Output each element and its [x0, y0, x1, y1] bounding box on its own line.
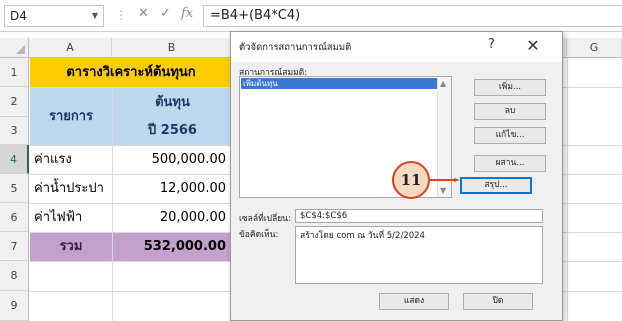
row-header-5[interactable]: 5 — [0, 174, 29, 203]
row-header-2[interactable]: 2 — [0, 87, 29, 117]
formula-bar-separator: ⋮ — [115, 8, 127, 22]
gridline — [567, 58, 568, 321]
header-year-cell[interactable]: ปี 2566 — [113, 117, 232, 145]
insert-function-icon[interactable]: fx — [181, 6, 193, 21]
row-header-1[interactable]: 1 — [0, 58, 29, 87]
formula-bar: D4 ▼ ⋮ ✕ ✓ fx =B4+(B4*C4) — [0, 0, 622, 32]
add-button[interactable]: เพิ่ม... — [474, 79, 546, 96]
total-label-cell[interactable]: รวม — [30, 233, 112, 261]
cancel-icon[interactable]: ✕ — [138, 6, 149, 21]
dialog-title: ตัวจัดการสถานการณ์สมมติ — [239, 42, 352, 53]
dialog-titlebar: ตัวจัดการสถานการณ์สมมติ ? ✕ — [231, 32, 562, 62]
row-header-8[interactable]: 8 — [0, 261, 29, 291]
select-all-corner[interactable] — [0, 38, 29, 58]
row-header-7[interactable]: 7 — [0, 232, 29, 261]
scenario-list-item[interactable]: เพิ่มต้นทุน — [241, 78, 437, 89]
row-header-3[interactable]: 3 — [0, 117, 29, 145]
row-header-6[interactable]: 6 — [0, 203, 29, 232]
chevron-up-icon[interactable]: ▲ — [440, 79, 446, 88]
changing-cells-field: $C$4:$C$6 — [295, 209, 543, 223]
row-header-4[interactable]: 4 — [0, 145, 29, 174]
total-value-cell[interactable]: 532,000.00 — [113, 233, 232, 261]
step-callout: 11 — [392, 161, 430, 199]
edit-button[interactable]: แก้ไข... — [474, 127, 546, 144]
column-header-g[interactable]: G — [567, 38, 622, 58]
item-label-cell[interactable]: ค่าน้ำประปา — [30, 175, 112, 203]
name-box-value: D4 — [10, 9, 27, 23]
name-box[interactable]: D4 ▼ — [4, 5, 104, 27]
enter-icon[interactable]: ✓ — [160, 6, 171, 21]
comment-label: ข้อคิดเห็น: — [239, 230, 279, 240]
sheet-title-cell[interactable]: ตารางวิเคราะห์ต้นทุนก — [30, 58, 232, 87]
header-cost-cell[interactable]: ต้นทุน — [113, 88, 232, 117]
comment-field: สร้างโดย com ณ วันที่ 5/2/2024 — [295, 226, 543, 284]
callout-arrow-icon — [430, 178, 460, 182]
item-value-cell[interactable]: 500,000.00 — [113, 146, 232, 174]
item-value-cell[interactable]: 20,000.00 — [113, 204, 232, 232]
column-header-b[interactable]: B — [112, 38, 232, 58]
changing-cells-label: เซลล์ที่เปลี่ยน: — [239, 214, 291, 224]
item-label-cell[interactable]: ค่าแรง — [30, 146, 112, 174]
item-label-cell[interactable]: ค่าไฟฟ้า — [30, 204, 112, 232]
header-item-cell[interactable]: รายการ — [30, 88, 112, 145]
merge-button[interactable]: ผสาน... — [474, 155, 546, 172]
close-icon[interactable]: ✕ — [521, 35, 545, 57]
formula-input[interactable]: =B4+(B4*C4) — [203, 5, 622, 27]
show-button[interactable]: แสดง — [379, 293, 449, 310]
row-header-9[interactable]: 9 — [0, 291, 29, 321]
help-icon[interactable]: ? — [488, 37, 495, 52]
item-value-cell[interactable]: 12,000.00 — [113, 175, 232, 203]
chevron-down-icon[interactable]: ▼ — [92, 6, 98, 26]
chevron-down-icon[interactable]: ▼ — [440, 186, 446, 195]
close-button[interactable]: ปิด — [463, 293, 533, 310]
column-header-a[interactable]: A — [29, 38, 112, 58]
summary-button[interactable]: สรุป... — [460, 177, 532, 194]
delete-button[interactable]: ลบ — [474, 103, 546, 120]
